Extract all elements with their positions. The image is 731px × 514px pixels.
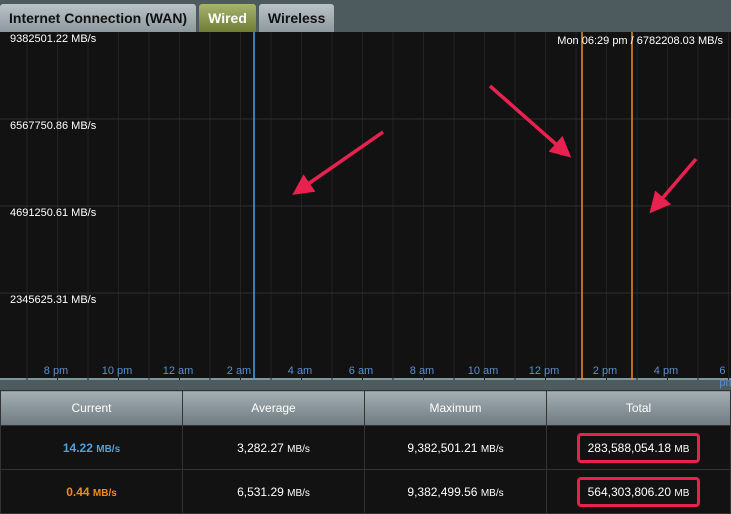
- x-axis-label: 4 am: [287, 365, 313, 377]
- tab-wireless[interactable]: Wireless: [258, 4, 335, 32]
- average-value: 6,531.29: [237, 484, 284, 499]
- y-axis-label: 6567750.86 MB/s: [10, 120, 97, 132]
- header-current: Current: [0, 390, 183, 426]
- hover-readout: Mon 06:29 pm / 6782208.03 MB/s: [557, 35, 723, 47]
- current-value: 0.44: [66, 484, 90, 499]
- unit: MB/s: [480, 443, 504, 455]
- x-axis-label: 10 am: [467, 365, 499, 377]
- unit: MB/s: [92, 487, 117, 499]
- x-axis-label: 6 am: [348, 365, 374, 377]
- unit: MB/s: [287, 487, 310, 499]
- tab-internet-connection[interactable]: Internet Connection (WAN): [0, 4, 197, 32]
- maximum-cell: 9,382,501.21 MB/s: [364, 425, 547, 470]
- traffic-summary-table: Current Average Maximum Total 14.22 MB/s…: [0, 390, 731, 514]
- maximum-cell: 9,382,499.56 MB/s: [364, 469, 547, 514]
- x-axis-label: 10 pm: [101, 365, 133, 377]
- unit: MB/s: [480, 487, 504, 499]
- x-axis-label: 6 pm: [719, 365, 731, 389]
- current-cell: 0.44 MB/s: [0, 469, 183, 514]
- header-total: Total: [546, 390, 731, 426]
- x-axis-label: 8 pm: [43, 365, 69, 377]
- annotation-arrow: [292, 130, 384, 195]
- maximum-value: 9,382,501.21: [407, 440, 478, 455]
- unit: MB/s: [287, 443, 310, 455]
- current-value: 14.22: [62, 440, 93, 455]
- y-axis-label: 4691250.61 MB/s: [10, 207, 97, 219]
- average-cell: 3,282.27 MB/s: [182, 425, 365, 470]
- annotation-arrow: [649, 157, 698, 214]
- y-axis-label: 9382501.22 MB/s: [10, 33, 97, 45]
- header-average: Average: [182, 390, 365, 426]
- x-axis-label: 4 pm: [653, 365, 679, 377]
- total-cell: 564,303,806.20 MB: [546, 469, 731, 514]
- highlight-box: 283,588,054.18 MB: [576, 432, 701, 463]
- unit: MB: [674, 487, 690, 499]
- graph-canvas: [0, 32, 731, 380]
- tab-bar: Internet Connection (WAN) Wired Wireless: [0, 4, 335, 32]
- highlight-box: 564,303,806.20 MB: [576, 476, 701, 507]
- unit: MB: [674, 443, 690, 455]
- unit: MB/s: [96, 443, 121, 455]
- x-axis-label: 2 am: [226, 365, 252, 377]
- average-value: 3,282.27: [237, 440, 284, 455]
- x-axis-label: 12 pm: [528, 365, 560, 377]
- total-value: 564,303,806.20: [587, 484, 672, 499]
- header-maximum: Maximum: [364, 390, 547, 426]
- traffic-graph[interactable]: 9382501.22 MB/s 6567750.86 MB/s 4691250.…: [0, 32, 731, 389]
- table-row-received: 14.22 MB/s 3,282.27 MB/s 9,382,501.21 MB…: [0, 425, 731, 470]
- maximum-value: 9,382,499.56: [407, 484, 478, 499]
- x-axis-label: 8 am: [409, 365, 435, 377]
- tab-wired[interactable]: Wired: [199, 4, 256, 32]
- x-axis-label: 12 am: [162, 365, 194, 377]
- current-cell: 14.22 MB/s: [0, 425, 183, 470]
- average-cell: 6,531.29 MB/s: [182, 469, 365, 514]
- total-value: 283,588,054.18: [587, 440, 672, 455]
- table-row-sent: 0.44 MB/s 6,531.29 MB/s 9,382,499.56 MB/…: [0, 469, 731, 514]
- x-axis-label: 2 pm: [592, 365, 618, 377]
- y-axis-label: 2345625.31 MB/s: [10, 294, 97, 306]
- total-cell: 283,588,054.18 MB: [546, 425, 731, 470]
